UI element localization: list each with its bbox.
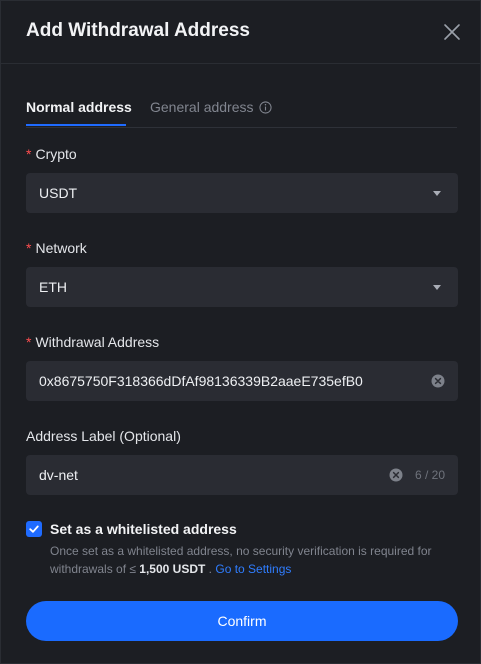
whitelist-hint-separator: .: [208, 562, 213, 576]
crypto-label: * Crypto: [26, 146, 77, 162]
check-icon: [29, 525, 39, 533]
dialog-title: Add Withdrawal Address: [26, 20, 250, 41]
close-button[interactable]: [442, 22, 462, 42]
dialog-header: Add Withdrawal Address: [1, 1, 480, 64]
close-icon: [444, 24, 460, 40]
address-label-input[interactable]: dv-net 6 / 20: [26, 455, 458, 495]
whitelist-checkbox[interactable]: [26, 521, 42, 537]
clear-icon[interactable]: [431, 374, 445, 388]
tab-general-address-label: General address: [150, 99, 254, 115]
tab-general-address[interactable]: General address: [150, 99, 272, 115]
confirm-button[interactable]: Confirm: [26, 601, 458, 641]
character-counter: 6 / 20: [414, 468, 445, 482]
whitelist-limit-amount: 1,500 USDT: [139, 562, 206, 576]
network-label-text: Network: [35, 240, 87, 256]
network-select[interactable]: ETH: [26, 267, 458, 307]
active-tab-indicator: [26, 124, 126, 126]
withdrawal-address-label-text: Withdrawal Address: [35, 334, 160, 350]
crypto-select-value: USDT: [39, 185, 78, 201]
chevron-down-icon: [433, 284, 441, 290]
crypto-select[interactable]: USDT: [26, 173, 458, 213]
whitelist-hint: Once set as a whitelisted address, no se…: [50, 542, 450, 578]
address-label-label: Address Label (Optional): [26, 428, 181, 444]
required-mark: *: [26, 334, 32, 350]
address-label-value: dv-net: [39, 467, 78, 483]
withdrawal-address-label: * Withdrawal Address: [26, 334, 159, 350]
required-mark: *: [26, 146, 32, 162]
tab-normal-address[interactable]: Normal address: [26, 99, 132, 115]
chevron-down-icon: [433, 190, 441, 196]
add-withdrawal-address-dialog: Add Withdrawal Address Normal address Ge…: [0, 0, 481, 664]
whitelist-label: Set as a whitelisted address: [50, 521, 237, 537]
required-mark: *: [26, 240, 32, 256]
network-select-value: ETH: [39, 279, 67, 295]
whitelist-option: Set as a whitelisted address: [26, 521, 237, 537]
go-to-settings-link[interactable]: Go to Settings: [215, 562, 291, 576]
withdrawal-address-input[interactable]: 0x8675750F318366dDfAf98136339B2aaeE735ef…: [26, 361, 458, 401]
withdrawal-address-value: 0x8675750F318366dDfAf98136339B2aaeE735ef…: [39, 373, 363, 389]
address-type-tabs: Normal address General address: [26, 87, 457, 128]
network-label: * Network: [26, 240, 87, 256]
clear-icon[interactable]: [389, 468, 403, 482]
crypto-label-text: Crypto: [35, 146, 77, 162]
info-icon[interactable]: [258, 100, 272, 114]
